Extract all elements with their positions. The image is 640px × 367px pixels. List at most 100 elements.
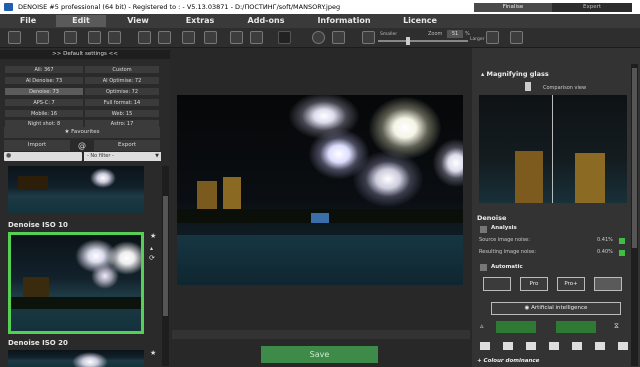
preset-ai-denoise[interactable]: AI Denoise: 73	[4, 76, 84, 85]
save-as-icon[interactable]	[158, 31, 171, 44]
camera-icon[interactable]	[36, 31, 49, 44]
preset-thumbnail-iso20[interactable]	[8, 350, 144, 367]
automatic-checkbox[interactable]	[480, 264, 487, 271]
menu-add-ons[interactable]: Add-ons	[240, 15, 292, 27]
tab-finalise[interactable]: Finalise	[474, 3, 552, 12]
result-noise-indicator	[619, 250, 625, 256]
save-button[interactable]: Save	[261, 346, 378, 363]
preset-thumbnail-top[interactable]	[8, 166, 144, 214]
mode-infinite-button[interactable]	[594, 277, 622, 291]
at-icon[interactable]: @	[72, 140, 92, 151]
tab-expert[interactable]: Expert	[552, 3, 632, 12]
filter-value: - No filter -	[87, 153, 114, 159]
preset-all[interactable]: All: 367	[4, 65, 84, 74]
result-noise-label: Resulting image noise:	[479, 249, 536, 255]
menu-file[interactable]: File	[10, 15, 46, 27]
print-preview-icon[interactable]	[250, 31, 263, 44]
denoise-level-buttons[interactable]	[480, 342, 628, 350]
firework-1	[90, 168, 116, 188]
export-icon[interactable]	[182, 31, 195, 44]
firework-5	[72, 352, 108, 367]
search-input[interactable]: ●	[4, 152, 82, 161]
source-noise-label: Source image noise:	[479, 237, 530, 243]
magnifying-glass-title: Magnifying glass	[486, 70, 549, 78]
menu-information[interactable]: Information	[316, 15, 372, 27]
thumb-label-iso20: Denoise ISO 20	[8, 339, 68, 347]
preset-web[interactable]: Web: 15	[84, 109, 160, 118]
preset-full-format[interactable]: Full format: 14	[84, 98, 160, 107]
comparison-toggle[interactable]	[525, 82, 531, 91]
result-noise-value: 0.40%	[597, 249, 613, 255]
comparison-split-line[interactable]	[552, 95, 553, 203]
preset-optimise[interactable]: Optimise: 72	[84, 87, 160, 96]
thumb-label-iso10: Denoise ISO 10	[8, 221, 68, 229]
compare-icon[interactable]	[312, 31, 325, 44]
preset-list-scrollbar[interactable]	[162, 166, 169, 366]
zoom-value-input[interactable]: 51	[447, 30, 463, 38]
refresh-icon[interactable]: ⟳	[149, 254, 155, 262]
raw-icon[interactable]	[88, 31, 101, 44]
magnifying-glass-section[interactable]: ▴ Magnifying glass	[481, 70, 636, 78]
menu-extras[interactable]: Extras	[180, 15, 220, 27]
save-icon[interactable]	[138, 31, 151, 44]
main-photo[interactable]	[177, 95, 463, 285]
zoom-in-icon[interactable]	[486, 31, 499, 44]
reset-icon[interactable]	[332, 31, 345, 44]
preset-ai-optimise[interactable]: AI Optimise: 72	[84, 76, 160, 85]
mode-pro-plus-button[interactable]: Pro+	[557, 277, 585, 291]
info-icon[interactable]: ▴	[150, 245, 153, 252]
analysis-checkbox[interactable]	[480, 226, 487, 233]
preset-thumbnail-iso10[interactable]	[8, 232, 144, 334]
favourite-star-icon-2[interactable]: ★	[150, 349, 156, 357]
crop-icon[interactable]	[510, 31, 523, 44]
menu-edit[interactable]: Edit	[56, 15, 106, 27]
zoom-slider-handle[interactable]	[406, 37, 410, 45]
ai-settings-icon[interactable]: ▵	[480, 322, 484, 330]
search-icon: ●	[6, 152, 12, 159]
magnifier-preview[interactable]	[479, 95, 627, 203]
app-logo-icon	[4, 3, 13, 11]
zoom-slider-track[interactable]	[378, 40, 468, 42]
toolbar: Smaller Zoom 51 % Larger	[0, 28, 640, 48]
image-icon[interactable]	[64, 31, 77, 44]
denoise-title: Denoise	[477, 214, 507, 222]
ai-diamond-button[interactable]	[556, 321, 596, 333]
mode-standard-button[interactable]	[483, 277, 511, 291]
lit-building	[311, 213, 329, 223]
preset-denoise[interactable]: Denoise: 73	[4, 87, 84, 96]
comparison-view-label: Comparison view	[543, 85, 587, 91]
zoom-out-icon[interactable]	[362, 31, 375, 44]
firework-10	[433, 139, 463, 187]
ai-label: Artificial intelligence	[531, 305, 588, 311]
preset-aps-c[interactable]: APS-C: 7	[4, 98, 84, 107]
favourite-star-icon[interactable]: ★	[150, 232, 156, 240]
preset-custom[interactable]: Custom	[84, 65, 160, 74]
favourites-label: Favourites	[71, 129, 100, 135]
preset-mobile[interactable]: Mobile: 16	[4, 109, 84, 118]
filter-select[interactable]: - No filter - ▼	[84, 152, 161, 161]
building-mag-2	[575, 153, 605, 203]
print-icon[interactable]	[230, 31, 243, 44]
histogram-icon[interactable]	[278, 31, 291, 44]
mode-pro-button[interactable]: Pro	[520, 277, 548, 291]
zoom-label: Zoom	[428, 31, 443, 37]
artificial-intelligence-button[interactable]: ◉ Artificial intelligence	[491, 302, 621, 315]
share-icon[interactable]	[108, 31, 121, 44]
favourites-button[interactable]: ★ Favourites	[4, 127, 160, 138]
default-settings-header[interactable]: >> Default settings <<	[0, 50, 170, 59]
horizontal-scrollbar[interactable]	[172, 330, 470, 339]
menu-view[interactable]: View	[116, 15, 160, 27]
open-file-icon[interactable]	[8, 31, 21, 44]
window-title: DENOISE #5 professional (64 bit) - Regis…	[18, 3, 341, 11]
source-noise-value: 0.41%	[597, 237, 613, 243]
batch-icon[interactable]	[204, 31, 217, 44]
source-noise-indicator	[619, 238, 625, 244]
result-noise-row: Resulting image noise: 0.40%	[477, 248, 629, 257]
menu-licence[interactable]: Licence	[400, 15, 440, 27]
import-button[interactable]: Import	[4, 140, 70, 151]
ai-play-button[interactable]	[496, 321, 536, 333]
right-panel-scrollbar[interactable]	[631, 64, 638, 366]
colour-dominance-section[interactable]: + Colour dominance	[477, 358, 632, 364]
ai-stopwatch-icon[interactable]: ⧖	[614, 322, 619, 331]
export-button[interactable]: Export	[94, 140, 160, 151]
